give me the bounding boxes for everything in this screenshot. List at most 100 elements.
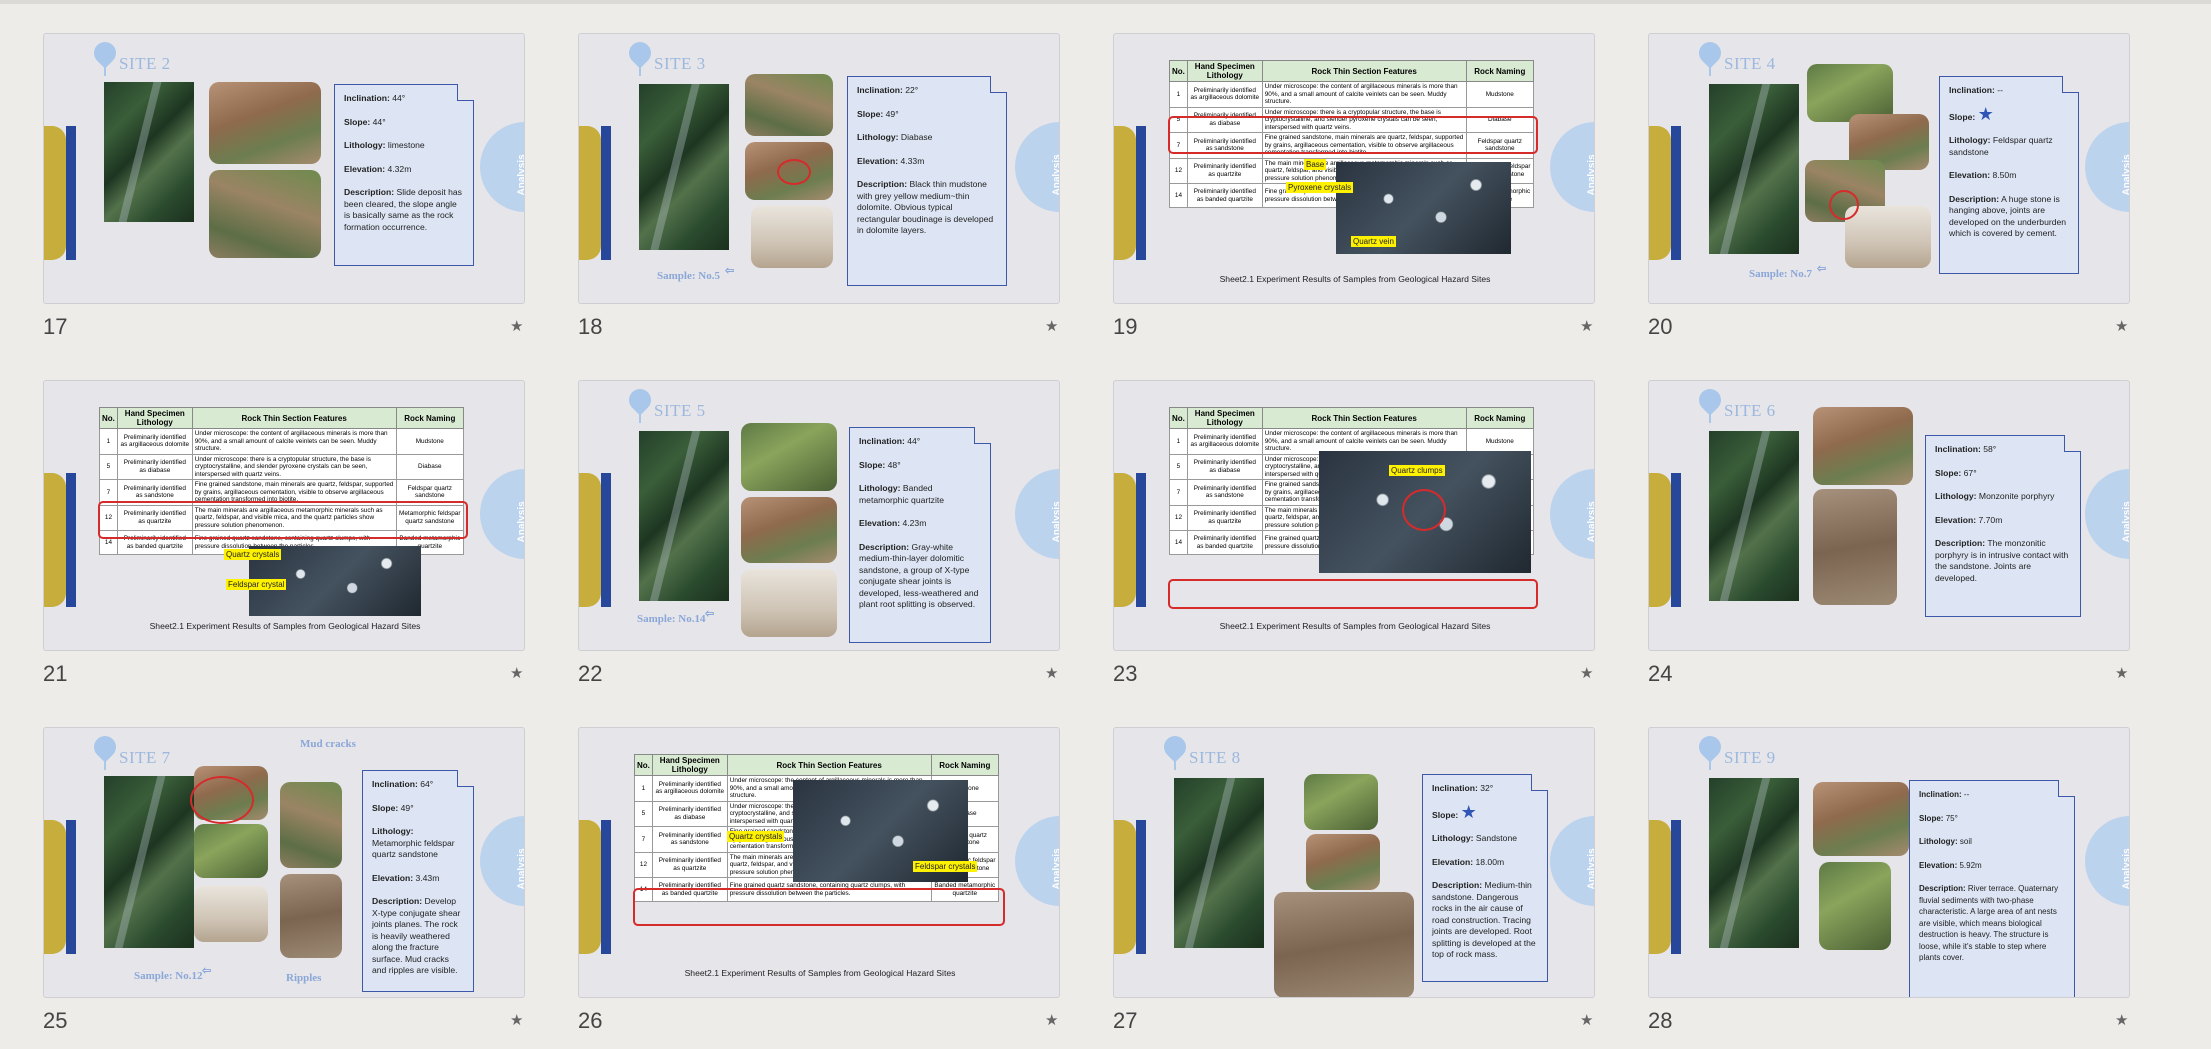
satellite-map: [1174, 778, 1264, 948]
slide-thumbnail[interactable]: Analysis SITE 6 Inclination: 58° Slope: 67°…: [1648, 380, 2130, 651]
card-field-label: Description:: [344, 187, 395, 197]
star-icon[interactable]: ★: [510, 1011, 523, 1029]
card-field: Slope: 44°: [344, 117, 464, 129]
star-icon[interactable]: ★: [1045, 1011, 1058, 1029]
pin-tail: [1709, 754, 1711, 770]
card-field-label: Inclination:: [1935, 444, 1981, 454]
annotation-tag: Feldspar crystal: [226, 579, 287, 590]
card-field-label: Inclination:: [1919, 790, 1962, 799]
satellite-map: [639, 431, 729, 601]
table-cell: Preliminarily identified as argillaceous…: [1186, 81, 1263, 108]
card-field: Elevation: 5.92m: [1919, 860, 2065, 872]
slide-thumbnail[interactable]: Analysis SITE 5 Sample: No.14 ⇦ Inclination:…: [578, 380, 1060, 651]
star-icon[interactable]: ★: [510, 317, 523, 335]
star-icon[interactable]: ★: [1580, 317, 1593, 335]
rock-sample-photo: [751, 206, 833, 268]
star-icon[interactable]: ★: [2115, 1011, 2128, 1029]
card-field-value: 4.32m: [387, 163, 412, 174]
star-icon[interactable]: ★: [510, 664, 523, 682]
star-icon[interactable]: ★: [2115, 664, 2128, 682]
card-field-value: 4.23m: [902, 518, 927, 528]
info-card: Inclination: -- Slope: ★ Lithology: Feldsp…: [1939, 76, 2079, 274]
card-field-value: soil: [1959, 837, 1972, 846]
card-field-value: 64°: [420, 779, 434, 789]
left-decoration-band: [1114, 820, 1156, 954]
star-icon[interactable]: ★: [1580, 1011, 1593, 1029]
star-icon[interactable]: ★: [1045, 664, 1058, 682]
star-icon[interactable]: ★: [1580, 664, 1593, 682]
star-icon[interactable]: ★: [2115, 317, 2128, 335]
card-field: Description: River terrace. Quaternary f…: [1919, 883, 2065, 964]
card-field-value: 44°: [372, 116, 386, 127]
slide-thumbnail[interactable]: Analysis No. Hand Specimen Lithology Rock T…: [1113, 380, 1595, 651]
site-title: SITE 4: [1724, 54, 1776, 73]
card-field-label: Lithology:: [1919, 837, 1958, 846]
satellite-map: [639, 84, 729, 250]
slide-thumbnail[interactable]: Analysis SITE 8 Inclination: 32° Slope: ★ Li…: [1113, 727, 1595, 998]
satellite-map: [104, 82, 194, 222]
green-band: [524, 469, 525, 559]
table-header-cell: No.: [634, 754, 653, 776]
card-field: Elevation: 18.00m: [1432, 857, 1538, 869]
slide-thumbnail[interactable]: Analysis No. Hand Specimen Lithology Rock T…: [578, 727, 1060, 998]
card-field-label: Description:: [1949, 193, 2000, 204]
card-field-label: Slope:: [372, 802, 399, 813]
left-decoration-band: [1114, 126, 1156, 260]
slide-thumbnail[interactable]: Analysis SITE 4 Sample: No.7 ⇦ Inclination: …: [1648, 33, 2130, 304]
satellite-map: [1709, 84, 1799, 254]
slide-thumbnail[interactable]: Analysis SITE 2 Inclination: 44° Slope: 44°…: [43, 33, 525, 304]
blue-band: [66, 820, 76, 954]
card-field-label: Elevation:: [344, 163, 386, 174]
left-decoration-band: [1649, 473, 1691, 607]
slide-thumbnail[interactable]: Analysis SITE 3 Sample: No.5 ⇦ Inclination: …: [578, 33, 1060, 304]
card-field: Lithology: Feldspar quartz sandstone: [1949, 135, 2069, 158]
arrow-icon: ⇦: [202, 965, 212, 977]
card-corner-fold: [457, 770, 474, 787]
slide-thumbnail[interactable]: Analysis No. Hand Specimen Lithology Rock T…: [43, 380, 525, 651]
left-decoration-band: [44, 473, 86, 607]
card-field: Description: Develop X-type conjugate sh…: [372, 896, 464, 977]
table-cell: Under microscope: there is a cryptopular…: [191, 453, 397, 480]
star-icon[interactable]: ★: [1045, 317, 1058, 335]
blue-band: [66, 473, 76, 607]
annotation-tag: Quartz crystals: [224, 549, 282, 560]
table-header-cell: Rock Naming: [1465, 60, 1535, 82]
rock-sample-photo: [194, 886, 268, 942]
card-field: Description: Medium-thin sandstone. Dang…: [1432, 880, 1538, 961]
annotation-tag: Quartz clumps: [1389, 465, 1445, 476]
card-corner-fold: [457, 84, 474, 101]
table-header-cell: Hand Specimen Lithology: [116, 407, 193, 429]
card-field: Lithology: Metamorphic feldspar quartz s…: [372, 826, 464, 861]
card-field-label: Description:: [859, 541, 910, 552]
card-field: Lithology: soil: [1919, 836, 2065, 848]
card-field-label: Slope:: [1919, 813, 1944, 823]
table-cell: Diabase: [395, 453, 465, 480]
table-header-cell: Rock Thin Section Features: [726, 754, 932, 776]
info-card: Inclination: 64° Slope: 49° Lithology: Met…: [362, 770, 474, 992]
pin-tail: [639, 60, 641, 76]
card-field-value: 32°: [1480, 783, 1494, 793]
slide-thumbnail[interactable]: Analysis SITE 7 Mud cracks Ripples Sample: N…: [43, 727, 525, 998]
slide-thumbnail[interactable]: Analysis SITE 9 Inclination: -- Slope: 75° L…: [1648, 727, 2130, 998]
card-field-value: 58°: [1983, 444, 1997, 454]
table-header-cell: Rock Thin Section Features: [1261, 407, 1467, 429]
site-photo: [741, 497, 837, 563]
green-band: [524, 122, 525, 212]
slide-number: 27: [1113, 1008, 1138, 1033]
card-field-value: 67°: [1963, 467, 1977, 478]
card-field: Elevation: 3.43m: [372, 873, 464, 885]
table-header-cell: Rock Thin Section Features: [191, 407, 397, 429]
highlight-box: [1168, 579, 1538, 609]
blue-band: [1671, 473, 1681, 607]
slide-thumbnail[interactable]: Analysis No. Hand Specimen Lithology Rock T…: [1113, 33, 1595, 304]
analysis-tab: Analysis: [2085, 122, 2129, 212]
analysis-label: Analysis: [1051, 154, 1060, 196]
card-field-label: Inclination:: [1949, 85, 1995, 95]
table-cell: Preliminarily identified as quartzite: [1186, 504, 1263, 531]
table-cell: 12: [1169, 504, 1188, 531]
left-decoration-band: [1649, 126, 1691, 260]
slide-number: 25: [43, 1008, 68, 1033]
pin-tail: [104, 754, 106, 770]
analysis-label: Analysis: [2121, 848, 2130, 890]
green-band: [1594, 469, 1595, 559]
